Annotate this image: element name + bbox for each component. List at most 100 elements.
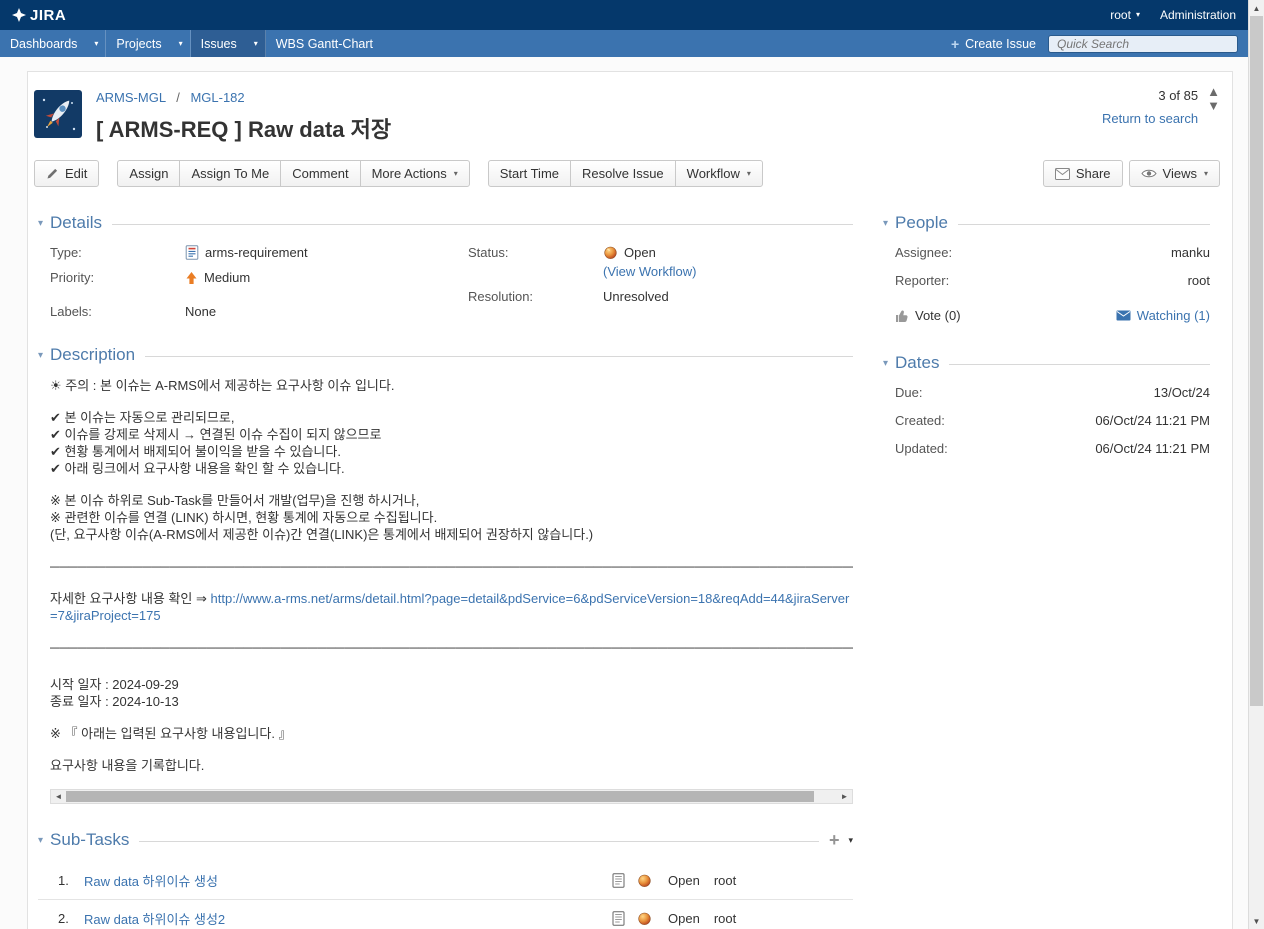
breadcrumb: ARMS-MGL / MGL-182 (96, 90, 391, 105)
collapse-icon: ▾ (38, 350, 43, 361)
start-time-button[interactable]: Start Time (488, 160, 571, 187)
text-divider: ────────────────────────────────────────… (50, 639, 853, 656)
description-section-header[interactable]: ▾ Description (38, 345, 853, 365)
section-rule (112, 224, 853, 225)
scroll-down-icon[interactable]: ▼ (1249, 913, 1264, 929)
return-to-search-link[interactable]: Return to search (1102, 111, 1198, 126)
nav-dashboards[interactable]: Dashboards (0, 30, 87, 57)
subtask-status: Open (668, 873, 700, 888)
description-heading: Description (50, 345, 135, 365)
description-content: 요구사항 내용을 기록합니다. (50, 757, 853, 774)
share-button[interactable]: Share (1043, 160, 1123, 187)
app-header: JIRA root ▾ Administration (0, 0, 1248, 30)
section-rule (949, 364, 1210, 365)
horizontal-scrollbar-thumb[interactable] (66, 791, 814, 802)
nav-issues[interactable]: Issues (191, 30, 247, 57)
assign-to-me-button[interactable]: Assign To Me (179, 160, 281, 187)
jira-logo-text: JIRA (30, 7, 66, 24)
subtask-number: 2. (58, 911, 84, 926)
view-workflow: (View Workflow) (603, 264, 696, 279)
add-subtask-icon[interactable]: + (829, 831, 840, 849)
administration-link[interactable]: Administration (1160, 8, 1236, 22)
nav-projects[interactable]: Projects (106, 30, 171, 57)
subtask-link[interactable]: Raw data 하위이슈 생성2 (84, 909, 612, 928)
nav-right: + Create Issue (951, 30, 1248, 57)
subtask-number: 1. (58, 873, 84, 888)
reporter-label: Reporter: (895, 273, 949, 288)
priority-label: Priority: (50, 270, 185, 285)
dates-section-header[interactable]: ▾ Dates (883, 353, 1210, 373)
quick-search-input[interactable] (1048, 35, 1238, 53)
subtask-list: 1. Raw data 하위이슈 생성 Open root 2. Raw (38, 862, 853, 929)
rocket-avatar-image (34, 90, 82, 138)
status-open-icon (603, 245, 618, 260)
breadcrumb-project-link[interactable]: ARMS-MGL (96, 90, 166, 105)
comment-button[interactable]: Comment (280, 160, 360, 187)
vertical-scrollbar-thumb[interactable] (1250, 16, 1263, 706)
section-rule (145, 356, 853, 357)
resolution-label: Resolution: (468, 289, 603, 304)
status-label: Status: (468, 245, 603, 260)
vote-link[interactable]: Vote (0) (895, 308, 961, 323)
resolve-issue-button[interactable]: Resolve Issue (570, 160, 676, 187)
nav-dashboards-dropdown[interactable]: ▾ (87, 30, 106, 57)
previous-issue-icon[interactable]: ▲ (1207, 86, 1220, 97)
assign-button[interactable]: Assign (117, 160, 180, 187)
subtask-assignee: root (714, 873, 736, 888)
breadcrumb-issue-key-link[interactable]: MGL-182 (190, 90, 244, 105)
jira-logo[interactable]: JIRA (12, 7, 66, 24)
chevron-down-icon: ▾ (747, 170, 751, 178)
views-button[interactable]: Views ▾ (1129, 160, 1220, 187)
people-module: Assignee: manku Reporter: root (883, 245, 1210, 288)
nav-wbs-gantt-chart[interactable]: WBS Gantt-Chart (266, 30, 383, 57)
description-horizontal-scrollbar[interactable]: ◄ ► (50, 789, 853, 804)
created-label: Created: (895, 413, 945, 428)
main-nav: Dashboards ▾ Projects ▾ Issues ▾ WBS Gan… (0, 30, 1248, 57)
labels-label: Labels: (50, 304, 185, 319)
watching-link[interactable]: Watching (1) (1116, 308, 1210, 323)
collapse-icon: ▾ (883, 218, 888, 229)
more-actions-button[interactable]: More Actions ▾ (360, 160, 470, 187)
chevron-down-icon: ▾ (179, 39, 183, 48)
nav-issues-dropdown[interactable]: ▾ (247, 30, 266, 57)
next-issue-icon[interactable]: ▼ (1207, 100, 1220, 111)
share-envelope-icon (1055, 168, 1070, 180)
browser-viewport: JIRA root ▾ Administration Dashboards ▾ … (0, 0, 1264, 929)
nav-projects-dropdown[interactable]: ▾ (172, 30, 191, 57)
view-workflow-link[interactable]: (View Workflow) (603, 264, 696, 279)
people-heading: People (895, 213, 948, 233)
window-vertical-scrollbar[interactable]: ▲ ▼ (1248, 0, 1264, 929)
details-section-header[interactable]: ▾ Details (38, 213, 853, 233)
assignee-label: Assignee: (895, 245, 952, 260)
workflow-button[interactable]: Workflow ▾ (675, 160, 763, 187)
subtask-link[interactable]: Raw data 하위이슈 생성 (84, 871, 612, 890)
people-section-header[interactable]: ▾ People (883, 213, 1210, 233)
scroll-right-icon[interactable]: ► (837, 788, 852, 805)
vote-watch-row: Vote (0) Watching (1) (883, 308, 1210, 323)
dates-heading: Dates (895, 353, 939, 373)
description-guide: ※ 본 이슈 하위로 Sub-Task를 만들어서 개발(업무)을 진행 하시거… (50, 492, 853, 543)
description-auto-managed: ✔ 본 이슈는 자동으로 관리되므로, ✔ 이슈를 강제로 삭제시 → 연결된 … (50, 409, 853, 477)
jira-logo-icon (12, 8, 26, 22)
project-avatar[interactable] (34, 90, 82, 138)
create-issue-button[interactable]: + Create Issue (951, 36, 1036, 52)
scroll-up-icon[interactable]: ▲ (1249, 0, 1264, 16)
reporter-value: root (1188, 273, 1210, 288)
resolution-value: Unresolved (603, 289, 669, 304)
chevron-down-icon: ▾ (454, 170, 458, 178)
subtasks-section-header[interactable]: ▾ Sub-Tasks + ▾ (38, 830, 853, 850)
issue-type-icon (185, 245, 199, 260)
user-menu[interactable]: root ▾ (1110, 8, 1140, 22)
scroll-left-icon[interactable]: ◄ (51, 788, 66, 805)
issue-view: ARMS-MGL / MGL-182 [ ARMS-REQ ] Raw data… (27, 71, 1233, 929)
chevron-down-icon: ▾ (1136, 11, 1140, 19)
subtask-options-icon[interactable]: ▾ (848, 835, 853, 846)
labels-value: None (185, 304, 216, 319)
edit-button[interactable]: Edit (34, 160, 99, 187)
type-value: arms-requirement (205, 245, 308, 260)
due-label: Due: (895, 385, 922, 400)
subtask-type-icon (612, 873, 625, 888)
edit-pencil-icon (46, 167, 59, 180)
issue-title: [ ARMS-REQ ] Raw data 저장 (96, 112, 391, 144)
details-heading: Details (50, 213, 102, 233)
